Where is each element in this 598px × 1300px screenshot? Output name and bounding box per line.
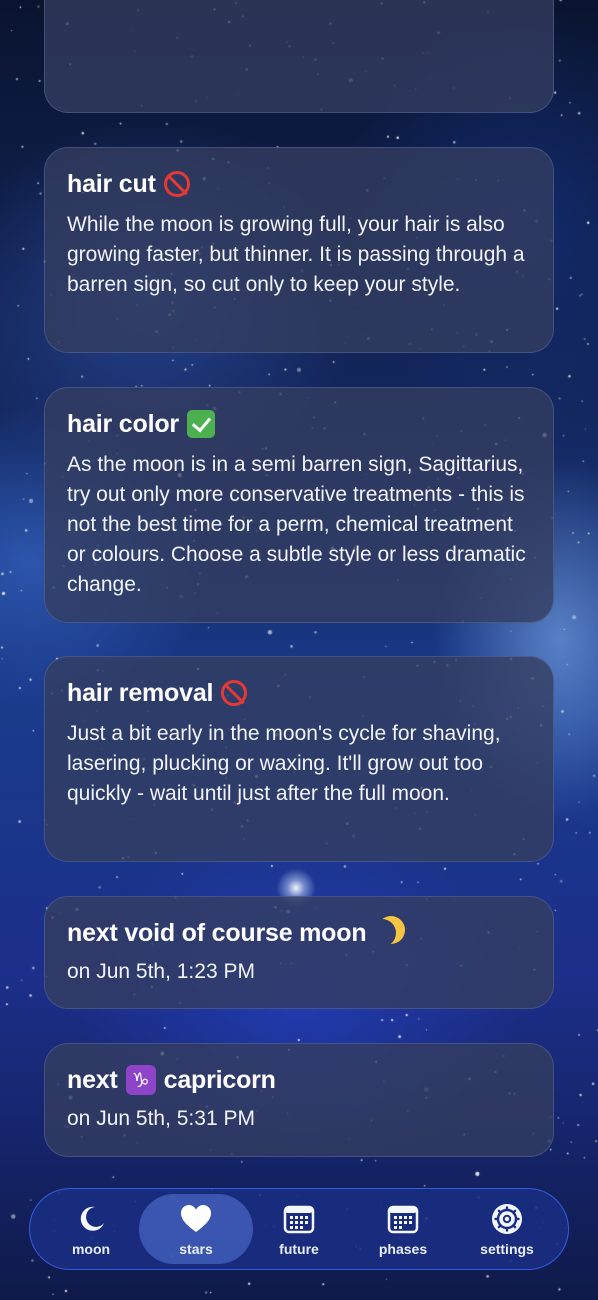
- calendar-icon: [283, 1205, 315, 1233]
- calendar-grid-icon: [387, 1205, 419, 1233]
- no-entry-icon: [163, 171, 190, 197]
- card-subtitle: on Jun 5th, 1:23 PM: [67, 960, 255, 983]
- next-sign-card: next ♑ capricorn on Jun 5th, 5:31 PM: [44, 1043, 554, 1157]
- card-title-text: next void of course moon: [67, 919, 367, 947]
- card-subtitle: on Jun 5th, 5:31 PM: [67, 1107, 255, 1130]
- heart-icon: [181, 1204, 211, 1232]
- hair-color-card: hair color As the moon is in a semi barr…: [44, 387, 554, 623]
- tab-stars[interactable]: stars: [139, 1194, 253, 1264]
- tab-label: stars: [179, 1240, 213, 1257]
- capricorn-icon: ♑: [125, 1065, 156, 1095]
- tab-phases[interactable]: phases: [346, 1194, 460, 1264]
- moon-icon: [80, 1206, 104, 1231]
- card-title: hair removal: [67, 677, 531, 709]
- tab-settings[interactable]: settings: [450, 1194, 564, 1264]
- card-title: next void of course moon: [67, 917, 531, 949]
- card-body: Just a bit early in the moon's cycle for…: [67, 722, 501, 805]
- card-body: As the moon is in a semi barren sign, Sa…: [67, 453, 526, 596]
- card-title-suffix: capricorn: [163, 1066, 276, 1094]
- tab-moon[interactable]: moon: [34, 1194, 148, 1264]
- check-mark-icon: [186, 410, 215, 438]
- card-title-text: hair removal: [67, 679, 214, 707]
- card-title-prefix: next: [67, 1066, 118, 1094]
- card-body: While the moon is growing full, your hai…: [67, 213, 525, 296]
- gear-icon: [492, 1203, 522, 1234]
- void-of-course-card: next void of course moon on Jun 5th, 1:2…: [44, 896, 554, 1009]
- card-title: hair cut: [67, 168, 531, 200]
- tab-label: phases: [378, 1240, 428, 1257]
- tab-label: future: [279, 1240, 319, 1257]
- tab-label: moon: [71, 1240, 111, 1257]
- tab-label: settings: [480, 1240, 534, 1257]
- card-title: hair color: [67, 408, 531, 440]
- bottom-tab-bar: moon stars future phases settings: [29, 1188, 569, 1270]
- crescent-moon-icon: [368, 919, 396, 947]
- hair-cut-card: hair cut While the moon is growing full,…: [44, 147, 554, 353]
- hair-removal-card: hair removal Just a bit early in the moo…: [44, 656, 554, 862]
- no-entry-icon: [221, 680, 248, 706]
- card-title-text: hair cut: [67, 170, 156, 198]
- tab-future[interactable]: future: [242, 1194, 356, 1264]
- card-title-text: hair color: [67, 410, 179, 438]
- previous-card: [44, 0, 554, 113]
- card-title: next ♑ capricorn: [67, 1064, 531, 1096]
